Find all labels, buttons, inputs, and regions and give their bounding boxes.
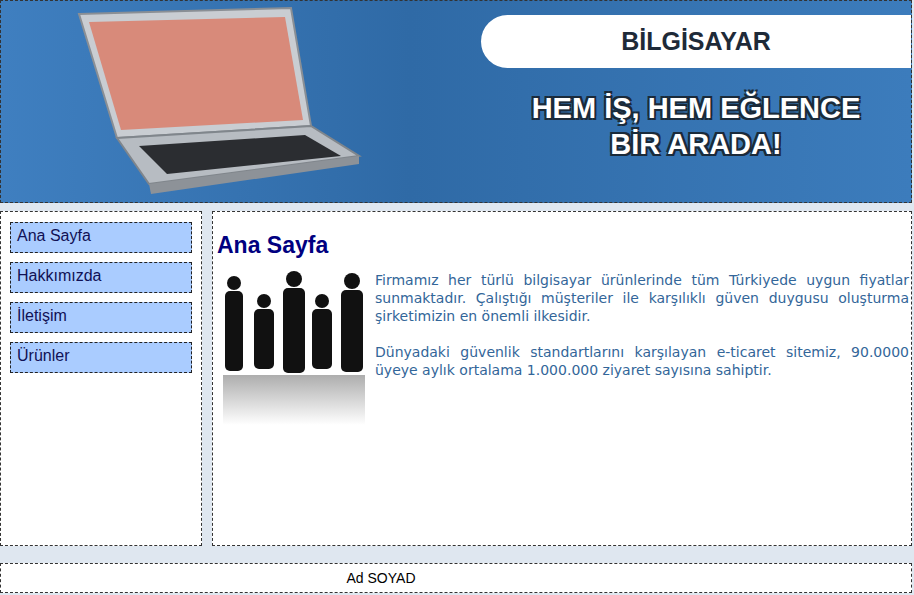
sidebar-item[interactable]: Ana Sayfa xyxy=(10,222,192,253)
banner-slogan: HEM İŞ, HEM EĞLENCEBİR ARADA! xyxy=(481,90,911,162)
sidebar-item[interactable]: Hakkımızda xyxy=(10,262,192,293)
banner: BİLGİSAYAR HEM İŞ, HEM EĞLENCEBİR ARADA! xyxy=(0,0,912,203)
sidebar-item[interactable]: İletişim xyxy=(10,302,192,333)
page-title: Ana Sayfa xyxy=(217,232,909,259)
footer: Ad SOYAD xyxy=(0,563,912,593)
banner-title: BİLGİSAYAR xyxy=(481,15,911,68)
footer-text: Ad SOYAD xyxy=(347,570,416,586)
business-people-icon xyxy=(219,271,369,426)
sidebar-item[interactable]: Ürünler xyxy=(10,342,192,373)
laptop-icon xyxy=(59,6,369,196)
sidebar: Ana Sayfa Hakkımızda İletişim Ürünler xyxy=(0,211,202,546)
page: BİLGİSAYAR HEM İŞ, HEM EĞLENCEBİR ARADA! A… xyxy=(0,0,914,595)
main: Ana SayfaHakkımızdaİletişimÜrünlerAna Sa… xyxy=(0,211,912,546)
content: Ana SayfaFirmamız her türlü bilgisayar ü… xyxy=(212,211,912,546)
